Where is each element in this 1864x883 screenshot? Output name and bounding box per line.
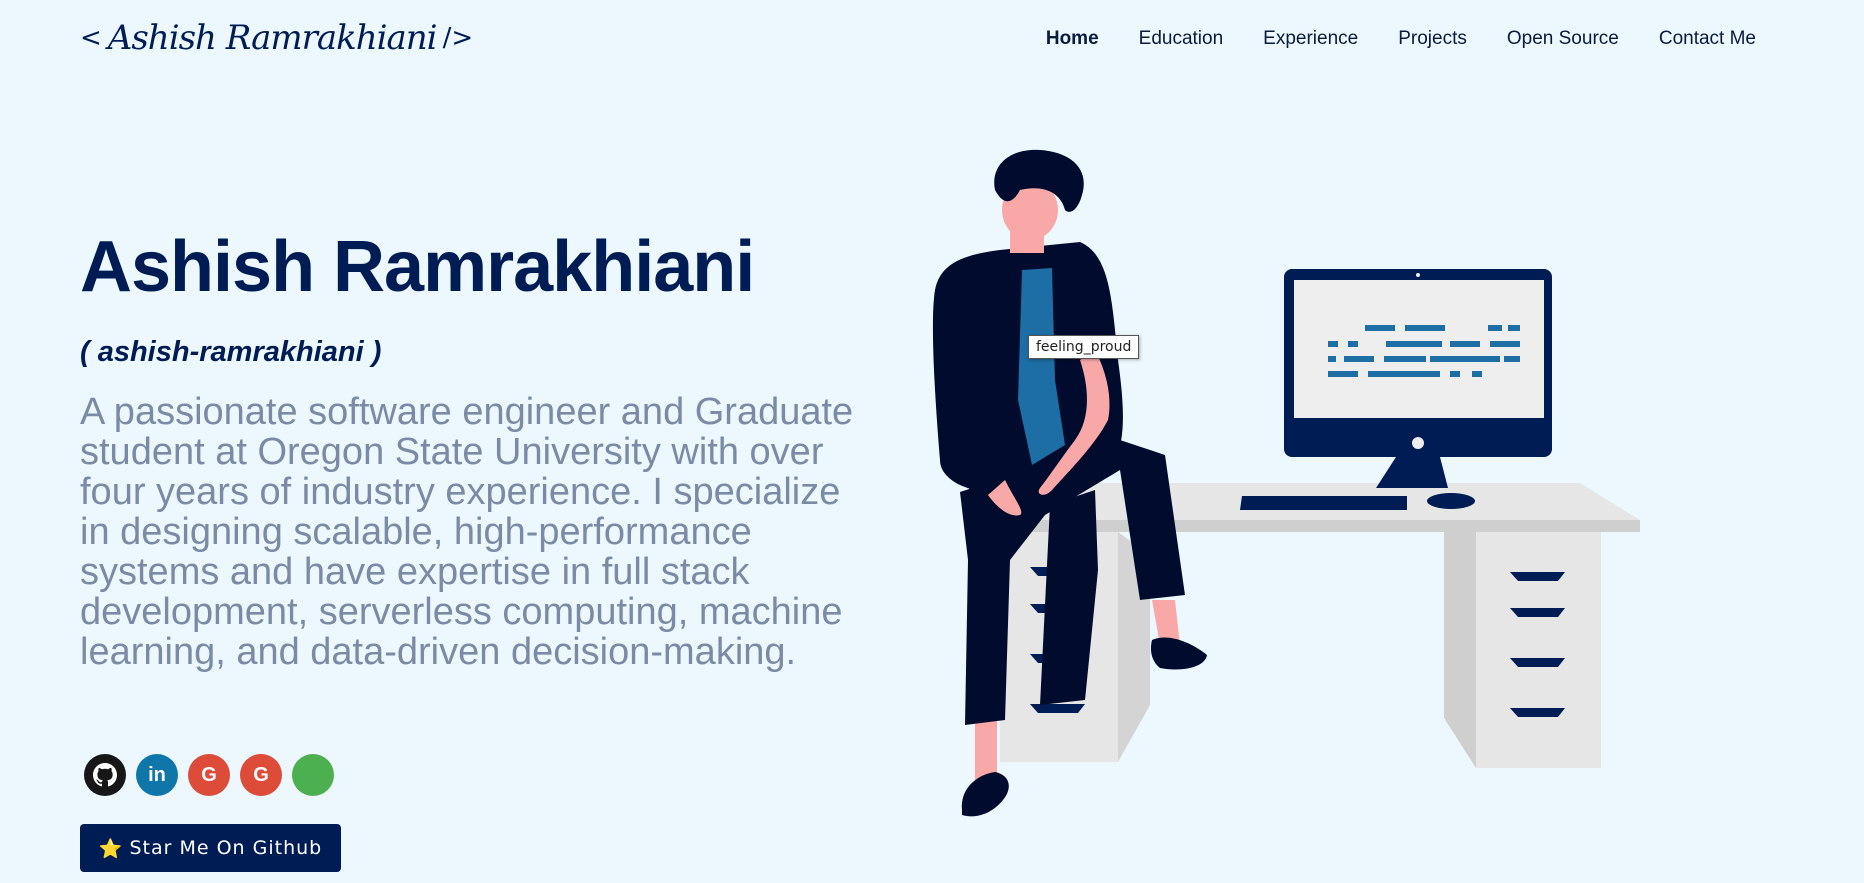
github-icon: [93, 763, 117, 787]
nav-experience[interactable]: Experience: [1263, 28, 1358, 50]
star-icon: ⭐: [98, 837, 124, 860]
google-link-2[interactable]: G: [240, 754, 282, 796]
extra-social-link[interactable]: [292, 754, 334, 796]
logo[interactable]: < Ashish Ramrakhiani />: [80, 18, 473, 58]
bio-text: A passionate software engineer and Gradu…: [80, 391, 854, 673]
star-button-label: Star Me On Github: [129, 837, 323, 859]
nav-open-source[interactable]: Open Source: [1507, 28, 1619, 50]
main-nav: Home Education Experience Projects Open …: [1046, 28, 1756, 50]
linkedin-icon: in: [148, 763, 166, 786]
nav-contact-me[interactable]: Contact Me: [1659, 28, 1756, 50]
nav-projects[interactable]: Projects: [1398, 28, 1467, 50]
google-icon: G: [201, 763, 217, 786]
logo-close-bracket: />: [442, 23, 474, 53]
google-icon: G: [253, 763, 269, 786]
star-on-github-button[interactable]: ⭐ Star Me On Github: [80, 824, 341, 872]
google-link[interactable]: G: [188, 754, 230, 796]
nav-education[interactable]: Education: [1139, 28, 1224, 50]
page-title: Ashish Ramrakhiani: [80, 227, 755, 307]
nav-home[interactable]: Home: [1046, 28, 1099, 50]
username-subtitle: ( ashish-ramrakhiani ): [80, 336, 382, 368]
logo-open-bracket: <: [80, 23, 102, 53]
logo-signature: Ashish Ramrakhiani: [107, 18, 438, 58]
linkedin-link[interactable]: in: [136, 754, 178, 796]
tooltip: feeling_proud: [1028, 335, 1140, 359]
github-link[interactable]: [84, 754, 126, 796]
developer-at-desk-illustration: [932, 149, 1640, 817]
social-links: in G G: [84, 754, 334, 796]
